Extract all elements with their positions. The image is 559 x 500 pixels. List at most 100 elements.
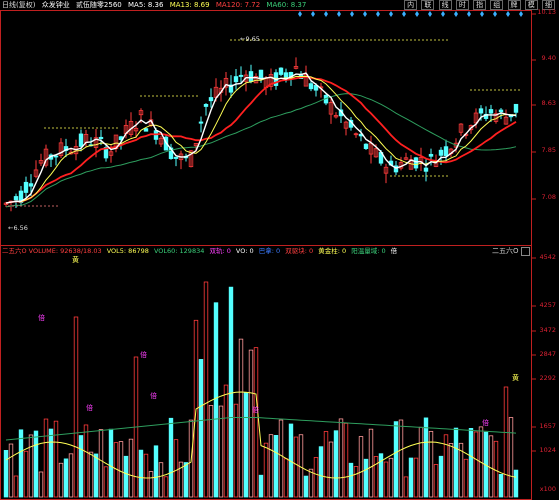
- volume-bar: [408, 457, 414, 498]
- candle-body: [203, 103, 209, 107]
- volume-bar: [33, 430, 39, 498]
- volume-bar: [38, 471, 44, 498]
- diamond-icon: [337, 11, 341, 17]
- signal-label: 倍: [150, 391, 157, 400]
- candle-body: [428, 153, 434, 157]
- candle-body: [308, 83, 314, 90]
- volume-bar: [128, 438, 134, 498]
- price-tick-5: 7.08: [541, 193, 556, 201]
- vol-unit: x100: [539, 485, 556, 493]
- signal-label: 倍: [482, 418, 489, 427]
- volume-bar: [258, 474, 264, 498]
- volume-bar: [48, 428, 54, 498]
- volume-bar: [13, 475, 19, 498]
- volume-bar: [448, 443, 454, 498]
- candle-body: [513, 103, 519, 113]
- candle-body: [443, 146, 449, 156]
- diamond-icon: [311, 11, 315, 17]
- volume-name: 二五六O VOLUME: 92638/18.03: [2, 247, 102, 255]
- ma5-value: MA5: 8.36: [128, 1, 164, 9]
- volume-bar: [428, 430, 434, 498]
- volume-bar: [63, 458, 69, 498]
- candle-body: [98, 136, 104, 140]
- candle-body: [28, 183, 34, 187]
- vol-tick-6: 1657: [539, 422, 556, 430]
- volume-bar: [28, 434, 34, 498]
- volume-bars: [3, 281, 519, 498]
- candle-body: [413, 157, 419, 169]
- volume-bar: [493, 440, 499, 498]
- diamond-icon: [350, 11, 354, 17]
- volume-bar: [488, 435, 494, 498]
- tab-link[interactable]: 联: [421, 0, 435, 10]
- candle-body: [478, 108, 484, 114]
- price-header: 日线(复权) 众发钟业 贰伍随零2560 MA5: 8.36 MA13: 8.6…: [2, 0, 310, 11]
- volume-bar: [323, 431, 329, 498]
- diamond-icon: [363, 11, 367, 17]
- volume-bar: [513, 469, 519, 498]
- low-price-label: ←6.56: [8, 224, 28, 232]
- signal-label: 倍: [86, 403, 93, 412]
- candle-body: [13, 196, 19, 201]
- tab-brand[interactable]: 牌: [507, 0, 521, 10]
- candle-body: [173, 156, 179, 159]
- mode-box-icon: [520, 246, 530, 256]
- volume-bar: [68, 453, 74, 498]
- diamond-icon: [428, 11, 432, 17]
- signal-label: 倍: [38, 313, 45, 322]
- formula-name: 贰伍随零2560: [75, 1, 122, 9]
- volume-bar: [148, 471, 154, 498]
- volume-bar: [3, 450, 9, 498]
- volume-bar: [348, 462, 354, 498]
- volume-bar: [333, 430, 339, 498]
- volume-bar: [238, 338, 244, 498]
- tab-time[interactable]: 时: [455, 0, 469, 10]
- tab-inner[interactable]: 内: [404, 0, 418, 10]
- stock-name: 众发钟业: [41, 1, 70, 9]
- volume-bar: [303, 475, 309, 498]
- volume-bar: [283, 458, 289, 498]
- volume-bar: [18, 429, 24, 498]
- volume-bar: [423, 417, 429, 498]
- volume-bar: [463, 458, 469, 498]
- volume-bar: [43, 418, 49, 498]
- vol60-value: VOL60: 129834: [153, 247, 205, 255]
- signal-label: 倍: [252, 405, 259, 414]
- tab-index[interactable]: 指: [473, 0, 487, 10]
- volume-bar: [98, 429, 104, 498]
- volume-bar: [403, 476, 409, 498]
- ma60-value: MA60: 8.37: [266, 1, 307, 9]
- volume-bar: [168, 417, 174, 498]
- period-label[interactable]: 日线(复权): [2, 1, 35, 9]
- candle-body: [53, 155, 59, 158]
- indicator-a1: 双轨: 0: [209, 247, 231, 255]
- diamond-icon: [402, 11, 406, 17]
- volume-bar: [143, 453, 149, 498]
- indicator-a3: 巴拿: 0: [258, 247, 281, 255]
- volume-mode-selector[interactable]: 二五六O: [492, 246, 530, 257]
- volume-bar: [278, 419, 284, 498]
- candle-body: [198, 121, 204, 124]
- candle-body: [143, 128, 149, 132]
- volume-bar: [468, 428, 474, 498]
- tab-group[interactable]: 组: [490, 0, 504, 10]
- candle-body: [78, 133, 84, 147]
- volume-bar: [218, 405, 224, 498]
- diamond-icon: [480, 11, 484, 17]
- candle-body: [238, 74, 244, 77]
- tab-model[interactable]: 模: [524, 0, 538, 10]
- candle-body: [498, 109, 504, 113]
- volume-bar: [248, 349, 254, 498]
- volume-bar: [393, 421, 399, 498]
- volume-bar: [78, 435, 84, 498]
- candle-body: [423, 167, 429, 172]
- signal-label: 黄: [512, 373, 519, 382]
- volume-bar: [88, 451, 94, 498]
- candle-body: [363, 143, 369, 149]
- signal-markers: 黄黄倍倍倍倍倍倍←9.65←6.56: [8, 11, 523, 427]
- volume-bar: [473, 431, 479, 498]
- volume-bar: [183, 462, 189, 498]
- candle-body: [488, 109, 494, 114]
- volume-bar: [173, 439, 179, 498]
- tab-line[interactable]: 线: [438, 0, 452, 10]
